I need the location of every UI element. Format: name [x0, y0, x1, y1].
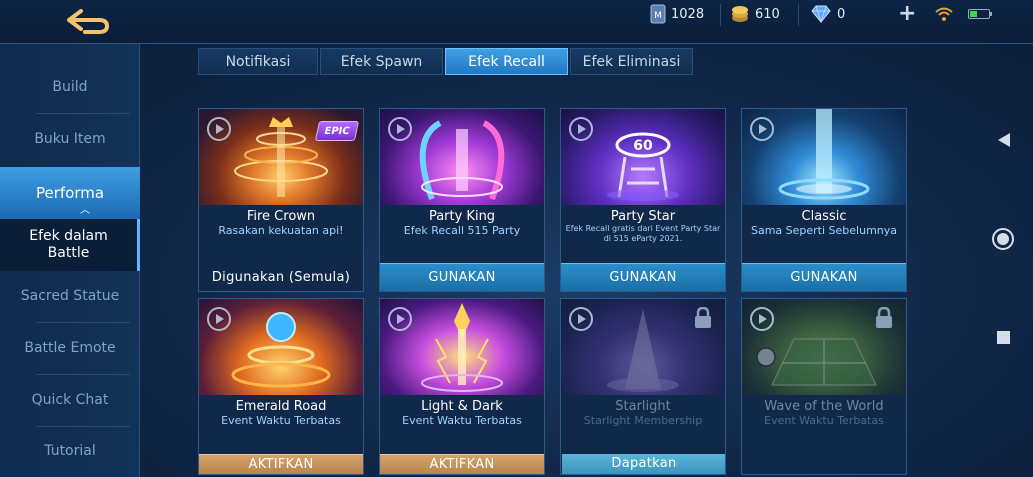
card-description: Event Waktu Terbatas — [764, 414, 884, 427]
card-starlight[interactable]: Starlight Starlight Membership Dapatkan — [560, 298, 726, 475]
get-button[interactable]: Dapatkan — [562, 454, 725, 474]
sidebar-item-build[interactable]: Build — [0, 61, 140, 113]
card-party-king[interactable]: Party King Efek Recall 515 Party GUNAKAN — [379, 108, 545, 292]
card-title: Party Star — [610, 209, 676, 224]
sidebar-item-tutorial[interactable]: Tutorial — [0, 425, 140, 477]
card-classic[interactable]: Classic Sama Seperti Sebelumnya GUNAKAN — [741, 108, 907, 292]
sidebar-item-label: Quick Chat — [31, 392, 109, 408]
topup-button[interactable]: + — [898, 1, 916, 26]
card-description: Sama Seperti Sebelumnya — [750, 224, 898, 237]
svg-text:M: M — [654, 11, 662, 21]
tab-notifikasi[interactable]: Notifikasi — [198, 48, 318, 75]
tab-label: Efek Eliminasi — [582, 53, 681, 70]
card-description: Event Waktu Terbatas — [221, 414, 341, 427]
tab-efek-spawn[interactable]: Efek Spawn — [320, 48, 443, 75]
card-fire-crown[interactable]: EPIC Fire Crown Rasakan kekuatan api! Di… — [198, 108, 364, 292]
sidebar-item-efek-dalam-battle[interactable]: Efek dalam Battle — [0, 219, 140, 271]
sidebar-item-label: Battle Emote — [24, 340, 116, 356]
sidebar-item-quick-chat[interactable]: Quick Chat — [0, 374, 140, 426]
card-title: Wave of the World — [764, 399, 884, 414]
chevron-up-icon: ︿ — [80, 205, 90, 216]
lock-icon — [693, 306, 713, 333]
sidebar-item-label: Tutorial — [44, 443, 96, 459]
card-party-star[interactable]: 60 Party Star Efek Recall gratis dari Ev… — [560, 108, 726, 292]
ticket-icon: M — [650, 4, 666, 24]
card-description: Event Waktu Terbatas — [402, 414, 522, 427]
sidebar-item-buku-item[interactable]: Buku Item — [0, 113, 140, 165]
card-title: Party King — [428, 209, 496, 224]
top-bar: M 1028 610 0 + — [0, 0, 1033, 44]
nav-recent-apps-icon[interactable] — [997, 331, 1010, 344]
wifi-icon — [934, 6, 954, 25]
play-preview-icon[interactable] — [388, 307, 412, 331]
play-preview-icon[interactable] — [207, 117, 231, 141]
sidebar-item-label: Efek dalam Battle — [29, 228, 108, 261]
card-wave-of-the-world[interactable]: Wave of the World Event Waktu Terbatas — [741, 298, 907, 475]
use-button[interactable]: GUNAKAN — [561, 263, 725, 291]
sidebar-item-performa[interactable]: Performa ︿ — [0, 167, 140, 219]
diamond-counter: 0 — [810, 2, 845, 26]
card-title: Emerald Road — [235, 399, 327, 414]
card-title: Starlight — [615, 399, 671, 414]
sidebar-item-sacred-statue[interactable]: Sacred Statue — [0, 270, 140, 322]
sidebar: Build Buku Item Performa ︿ Efek dalam Ba… — [0, 44, 140, 477]
ticket-counter: M 1028 — [650, 2, 704, 26]
diamond-count: 0 — [837, 6, 846, 22]
svg-text:60: 60 — [633, 138, 653, 154]
tab-label: Notifikasi — [225, 53, 291, 70]
play-preview-icon[interactable] — [207, 307, 231, 331]
epic-badge: EPIC — [314, 121, 360, 141]
coin-counter: 610 — [730, 2, 780, 26]
coin-count: 610 — [755, 6, 780, 22]
activate-button[interactable]: AKTIFKAN — [380, 454, 544, 474]
card-title: Classic — [801, 209, 847, 224]
card-description: Efek Recall 515 Party — [403, 224, 521, 237]
coin-icon — [730, 4, 750, 24]
card-description: Efek Recall gratis dari Event Party Star… — [565, 224, 721, 243]
use-button[interactable]: GUNAKAN — [380, 263, 544, 291]
card-description: Rasakan kekuatan api! — [218, 224, 344, 237]
use-button[interactable]: GUNAKAN — [742, 263, 906, 291]
activate-button[interactable]: AKTIFKAN — [199, 454, 363, 474]
play-preview-icon[interactable] — [750, 307, 774, 331]
sidebar-item-label: Performa — [35, 184, 105, 202]
nav-back-icon[interactable] — [997, 132, 1011, 152]
ticket-count: 1028 — [671, 6, 705, 22]
play-preview-icon[interactable] — [750, 117, 774, 141]
card-title: Fire Crown — [246, 209, 316, 224]
diamond-icon — [810, 5, 832, 23]
sidebar-item-label: Build — [52, 79, 88, 95]
card-emerald-road[interactable]: Emerald Road Event Waktu Terbatas AKTIFK… — [198, 298, 364, 475]
nav-home-icon[interactable] — [992, 228, 1014, 250]
back-arrow-icon — [67, 9, 110, 34]
sidebar-item-label: Buku Item — [34, 131, 106, 147]
tab-efek-eliminasi[interactable]: Efek Eliminasi — [570, 48, 693, 75]
sidebar-item-label: Sacred Statue — [20, 288, 120, 304]
play-preview-icon[interactable] — [569, 117, 593, 141]
card-description: Starlight Membership — [583, 414, 703, 427]
back-button[interactable] — [58, 6, 118, 38]
battery-icon — [968, 9, 992, 19]
tab-efek-recall[interactable]: Efek Recall — [445, 48, 568, 75]
system-nav-bar — [975, 44, 1033, 477]
tab-label: Efek Spawn — [340, 53, 423, 70]
play-preview-icon[interactable] — [388, 117, 412, 141]
tab-label: Efek Recall — [468, 53, 545, 70]
play-preview-icon[interactable] — [569, 307, 593, 331]
sidebar-item-battle-emote[interactable]: Battle Emote — [0, 322, 140, 374]
card-light-and-dark[interactable]: Light & Dark Event Waktu Terbatas AKTIFK… — [379, 298, 545, 475]
in-use-label: Digunakan (Semula) — [199, 263, 363, 291]
lock-icon — [874, 306, 894, 333]
card-title: Light & Dark — [421, 399, 503, 414]
tab-bar: Notifikasi Efek Spawn Efek Recall Efek E… — [198, 48, 695, 75]
